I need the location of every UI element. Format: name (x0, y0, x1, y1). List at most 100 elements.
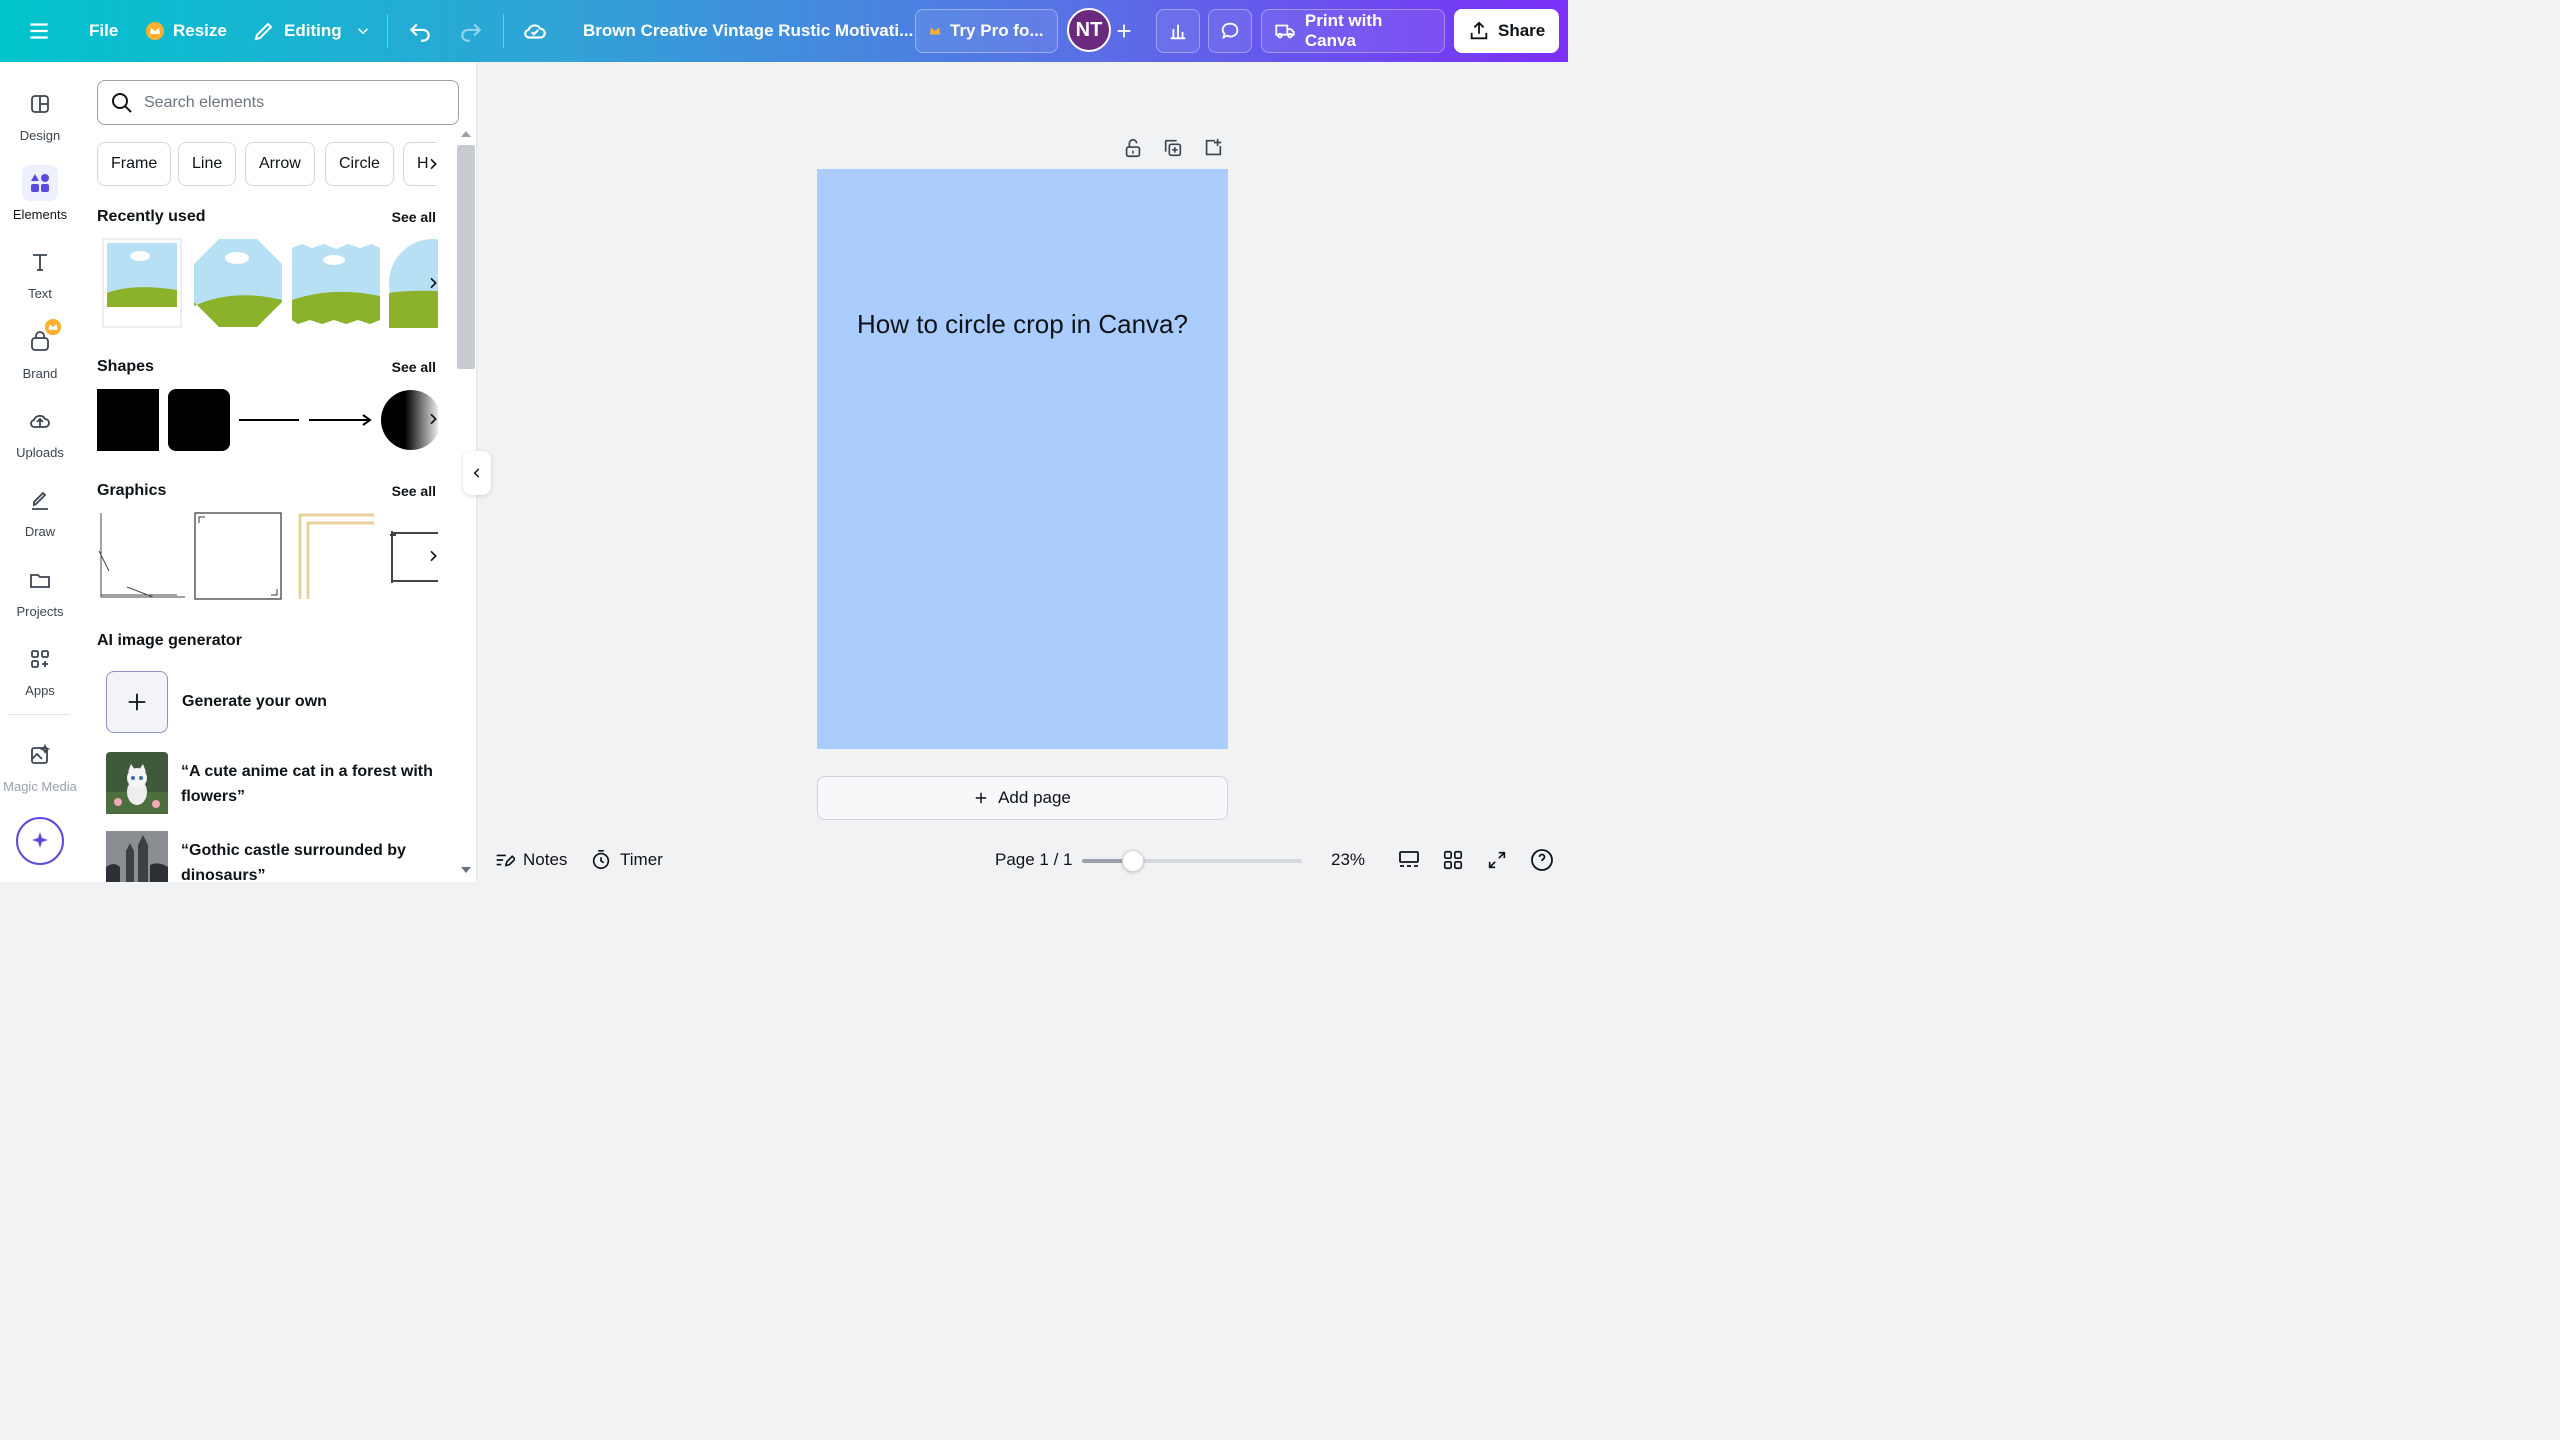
gold-corner-graphic[interactable] (296, 511, 376, 601)
square-shape[interactable] (97, 389, 159, 451)
comments-button[interactable] (1208, 9, 1252, 53)
chevron-down-icon (357, 28, 368, 35)
rail-item-draw[interactable]: Draw (0, 482, 80, 539)
see-all-graphics[interactable]: See all (392, 483, 436, 499)
arrow-shape[interactable] (309, 412, 373, 428)
elements-panel: Frame Line Arrow Circle H Recently used … (80, 62, 477, 884)
rail-item-text[interactable]: Text (0, 244, 80, 301)
pen-icon (32, 491, 48, 510)
cloud-check-icon (524, 24, 546, 39)
line-shape[interactable] (239, 419, 299, 421)
lock-icon[interactable] (1122, 137, 1144, 159)
search-box[interactable] (97, 80, 459, 125)
fullscreen-icon (1488, 851, 1506, 869)
prompt-cat[interactable]: “A cute anime cat in a forest with flowe… (181, 759, 441, 809)
grid-icon (1443, 850, 1463, 870)
rail-divider (8, 714, 70, 715)
grid-view-button[interactable] (1442, 849, 1464, 871)
collapse-panel-button[interactable] (463, 451, 491, 495)
corner-lines-graphic[interactable] (97, 511, 187, 601)
generate-own-button[interactable] (106, 671, 168, 733)
document-title[interactable]: Brown Creative Vintage Rustic Motivati..… (583, 9, 913, 53)
torn-frame-thumbnail[interactable] (292, 244, 380, 324)
rail-label: Apps (25, 683, 55, 698)
rail-item-elements[interactable]: Elements (0, 165, 80, 222)
avatar-initials: NT (1075, 18, 1103, 41)
rounded-square-shape[interactable] (168, 389, 230, 451)
octagon-frame-thumbnail[interactable] (193, 238, 283, 328)
sparkle-icon (32, 832, 48, 848)
prompt-castle[interactable]: “Gothic castle surrounded by dinosaurs” (181, 838, 441, 888)
pages-view-button[interactable] (1397, 848, 1421, 872)
try-pro-button[interactable]: Try Pro fo... (915, 9, 1058, 53)
recent-next-button[interactable] (420, 270, 446, 296)
chip-line[interactable]: Line (178, 142, 237, 186)
resize-label: Resize (173, 21, 227, 40)
undo-icon (409, 23, 430, 42)
undo-button[interactable] (407, 9, 433, 53)
help-button[interactable] (1530, 848, 1554, 872)
zoom-slider[interactable] (1082, 850, 1302, 872)
chip-frame[interactable]: Frame (97, 142, 172, 186)
rail-item-magic-media[interactable]: Magic Media (0, 737, 80, 794)
resize-button[interactable]: Resize (145, 9, 227, 53)
menu-button[interactable] (26, 9, 52, 53)
zoom-slider-handle[interactable] (1121, 850, 1144, 872)
upload-cloud-icon (30, 414, 50, 428)
chevron-right-icon (430, 158, 437, 170)
redo-button[interactable] (458, 9, 484, 53)
page-indicator[interactable]: Page 1 / 1 (995, 850, 1073, 870)
search-input[interactable] (144, 93, 444, 112)
shapes-next-button[interactable] (420, 406, 446, 432)
rail-label: Text (28, 286, 52, 301)
panel-scrollbar[interactable] (456, 125, 476, 882)
folder-icon (30, 574, 50, 588)
invite-button[interactable] (1113, 9, 1135, 53)
graphics-next-button[interactable] (420, 543, 446, 569)
chip-arrow[interactable]: Arrow (245, 142, 315, 186)
print-with-canva-button[interactable]: Print with Canva (1261, 9, 1445, 53)
rail-item-brand[interactable]: Brand (0, 318, 80, 381)
scroll-down-icon[interactable] (461, 867, 471, 875)
fullscreen-button[interactable] (1486, 849, 1508, 871)
chevron-right-icon (430, 277, 437, 289)
rail-item-design[interactable]: Design (0, 86, 80, 143)
scroll-up-icon[interactable] (461, 129, 471, 137)
insights-button[interactable] (1156, 9, 1200, 53)
editing-mode-dropdown[interactable]: Editing (252, 9, 372, 53)
zoom-level[interactable]: 23% (1331, 850, 1365, 870)
notes-button[interactable]: Notes (493, 849, 567, 871)
divider (503, 14, 504, 48)
anime-cat-thumbnail[interactable] (106, 752, 168, 814)
see-all-shapes[interactable]: See all (392, 359, 436, 375)
scrollbar-thumb[interactable] (457, 145, 475, 369)
add-page-icon[interactable] (1202, 137, 1224, 159)
rail-item-projects[interactable]: Projects (0, 562, 80, 619)
magic-assistant-button[interactable] (16, 817, 64, 865)
timer-button[interactable]: Timer (590, 849, 663, 871)
rail-item-uploads[interactable]: Uploads (0, 403, 80, 460)
left-rail: Design Elements Text Brand Uploads Draw … (0, 62, 80, 882)
apps-icon (31, 650, 49, 668)
generate-own-label[interactable]: Generate your own (182, 693, 327, 711)
chips-next-button[interactable] (420, 151, 446, 177)
share-upload-icon (1470, 21, 1488, 40)
rail-item-apps[interactable]: Apps (0, 641, 80, 698)
crown-icon (930, 27, 940, 35)
design-page[interactable]: How to circle crop in Canva? (817, 169, 1228, 749)
avatar[interactable]: NT (1067, 8, 1111, 52)
redo-icon (461, 23, 482, 42)
share-button[interactable]: Share (1454, 9, 1560, 53)
cloud-save-status[interactable] (522, 9, 548, 53)
add-page-button[interactable]: Add page (817, 776, 1228, 820)
polaroid-frame-thumbnail[interactable] (102, 238, 182, 328)
page-text[interactable]: How to circle crop in Canva? (817, 309, 1228, 340)
editing-label: Editing (284, 21, 342, 40)
square-frame-graphic[interactable] (193, 511, 283, 601)
chip-circle[interactable]: Circle (325, 142, 394, 186)
truck-icon (1275, 24, 1295, 39)
duplicate-page-icon[interactable] (1162, 137, 1184, 159)
gothic-castle-thumbnail[interactable] (106, 831, 168, 882)
file-menu[interactable]: File (89, 9, 118, 53)
see-all-recent[interactable]: See all (392, 209, 436, 225)
